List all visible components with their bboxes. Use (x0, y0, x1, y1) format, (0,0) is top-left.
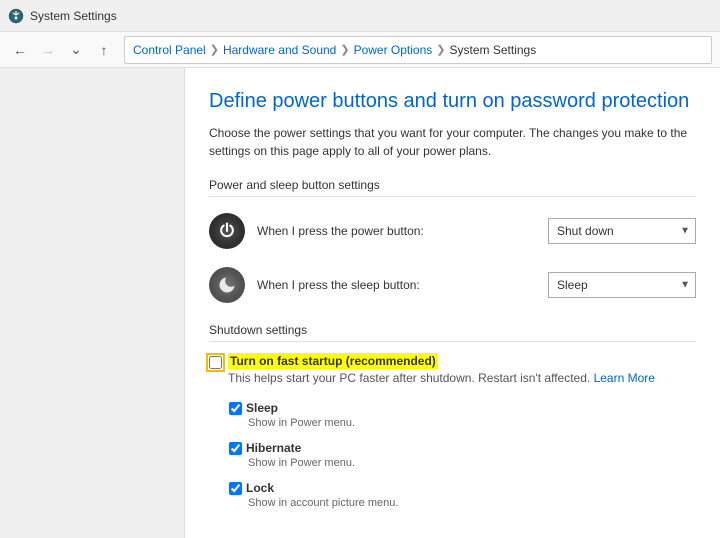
page-title: Define power buttons and turn on passwor… (209, 88, 696, 114)
titlebar-title: System Settings (30, 9, 117, 23)
power-button-icon (209, 213, 245, 249)
shutdown-section-header: Shutdown settings (209, 323, 696, 342)
left-sidebar (0, 68, 185, 538)
learn-more-link[interactable]: Learn More (594, 371, 655, 385)
titlebar: System Settings (0, 0, 720, 32)
breadcrumb-sep-3: ❯ (436, 43, 445, 56)
sleep-button-label: When I press the sleep button: (257, 278, 548, 292)
page-description: Choose the power settings that you want … (209, 124, 689, 160)
navbar: ← → ⌄ ↑ Control Panel ❯ Hardware and Sou… (0, 32, 720, 68)
forward-button[interactable]: → (36, 38, 60, 62)
fast-startup-label-text: Turn on fast startup (recommended) (230, 354, 436, 368)
titlebar-icon (8, 8, 24, 24)
shutdown-section: Shutdown settings Turn on fast startup (… (209, 323, 696, 509)
power-button-row: When I press the power button: Shut down… (209, 209, 696, 253)
lock-label-text: Lock (246, 481, 274, 495)
fast-startup-item: Turn on fast startup (recommended) This … (209, 354, 696, 387)
power-button-dropdown-wrapper: Shut down Sleep Hibernate Turn off the d… (548, 218, 696, 244)
lock-item: Lock Show in account picture menu. (229, 481, 696, 509)
sleep-button-dropdown-wrapper: Sleep Shut down Hibernate Turn off the d… (548, 272, 696, 298)
breadcrumb-hardware-sound[interactable]: Hardware and Sound (223, 43, 336, 57)
power-button-section-header: Power and sleep button settings (209, 178, 696, 197)
fast-startup-description: This helps start your PC faster after sh… (228, 370, 655, 387)
breadcrumb-control-panel[interactable]: Control Panel (133, 43, 206, 57)
fast-startup-label: Turn on fast startup (recommended) (228, 354, 655, 368)
sleep-item-label: Sleep (229, 401, 696, 415)
sleep-button-dropdown[interactable]: Sleep Shut down Hibernate Turn off the d… (548, 272, 696, 298)
main-content: Define power buttons and turn on passwor… (185, 68, 720, 538)
back-button[interactable]: ← (8, 38, 32, 62)
hibernate-label-text: Hibernate (246, 441, 301, 455)
sub-item-group: Sleep Show in Power menu. Hibernate Show… (229, 401, 696, 509)
fast-startup-checkbox-wrap (209, 355, 222, 369)
sleep-checkbox[interactable] (229, 402, 242, 415)
sleep-label-text: Sleep (246, 401, 278, 415)
lock-item-label: Lock (229, 481, 696, 495)
breadcrumb-power-options[interactable]: Power Options (354, 43, 433, 57)
hibernate-desc: Show in Power menu. (248, 457, 696, 469)
breadcrumb-sep-2: ❯ (340, 43, 349, 56)
power-button-dropdown[interactable]: Shut down Sleep Hibernate Turn off the d… (548, 218, 696, 244)
hibernate-item: Hibernate Show in Power menu. (229, 441, 696, 469)
lock-desc: Show in account picture menu. (248, 497, 696, 509)
hibernate-checkbox[interactable] (229, 442, 242, 455)
up-button[interactable]: ↑ (92, 38, 116, 62)
fast-startup-checkbox[interactable] (209, 356, 222, 369)
fast-startup-highlight: Turn on fast startup (recommended) (228, 353, 438, 369)
hibernate-item-label: Hibernate (229, 441, 696, 455)
fast-startup-content: Turn on fast startup (recommended) This … (228, 354, 655, 387)
breadcrumb: Control Panel ❯ Hardware and Sound ❯ Pow… (124, 36, 712, 64)
power-button-label: When I press the power button: (257, 224, 548, 238)
sleep-button-row: When I press the sleep button: Sleep Shu… (209, 263, 696, 307)
content-wrapper: Define power buttons and turn on passwor… (0, 68, 720, 538)
lock-checkbox[interactable] (229, 482, 242, 495)
sleep-desc: Show in Power menu. (248, 417, 696, 429)
breadcrumb-sep-1: ❯ (210, 43, 219, 56)
fast-startup-desc-text: This helps start your PC faster after sh… (228, 371, 590, 385)
sleep-item: Sleep Show in Power menu. (229, 401, 696, 429)
sleep-button-icon (209, 267, 245, 303)
dropdown-button[interactable]: ⌄ (64, 38, 88, 62)
breadcrumb-current: System Settings (450, 43, 537, 57)
